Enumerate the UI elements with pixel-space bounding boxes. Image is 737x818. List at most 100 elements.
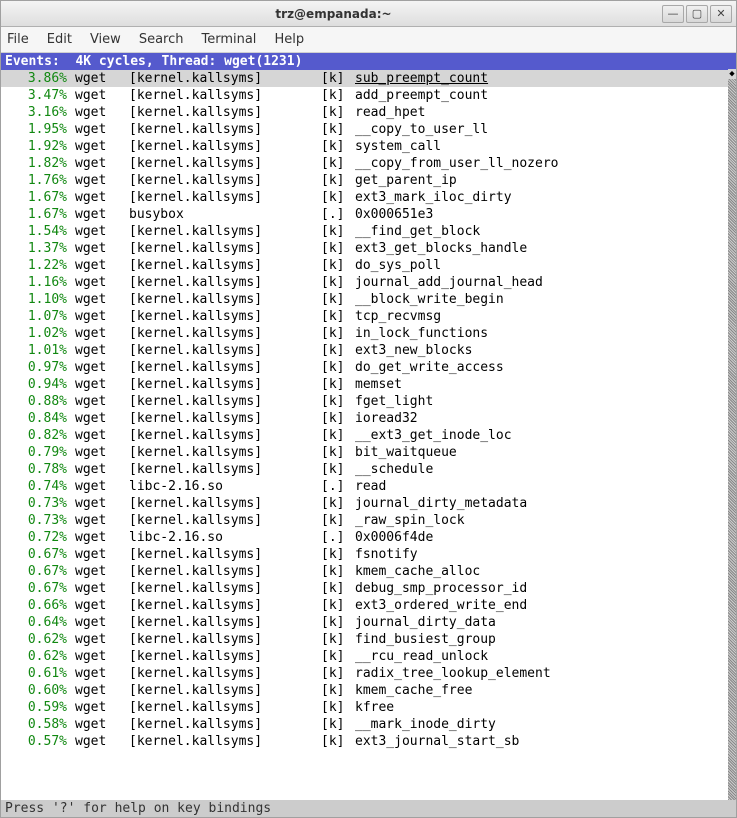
minimize-button[interactable]: —	[662, 5, 684, 23]
command-name: wget	[67, 70, 123, 87]
menu-search[interactable]: Search	[139, 32, 184, 47]
perf-row[interactable]: 3.16%wget[kernel.kallsyms][k]read_hpet	[1, 104, 736, 121]
overhead-percent: 1.16%	[5, 274, 67, 291]
perf-row[interactable]: 1.76%wget[kernel.kallsyms][k]get_parent_…	[1, 172, 736, 189]
perf-row[interactable]: 0.60%wget[kernel.kallsyms][k]kmem_cache_…	[1, 682, 736, 699]
shared-object: [kernel.kallsyms]	[123, 274, 321, 291]
perf-row[interactable]: 1.67%wget[kernel.kallsyms][k]ext3_mark_i…	[1, 189, 736, 206]
perf-row[interactable]: 0.97%wget[kernel.kallsyms][k]do_get_writ…	[1, 359, 736, 376]
overhead-percent: 0.62%	[5, 648, 67, 665]
command-name: wget	[67, 342, 123, 359]
privilege-flag: [k]	[321, 342, 355, 359]
perf-row[interactable]: 1.02%wget[kernel.kallsyms][k]in_lock_fun…	[1, 325, 736, 342]
perf-row[interactable]: 1.37%wget[kernel.kallsyms][k]ext3_get_bl…	[1, 240, 736, 257]
scrollbar[interactable]	[728, 70, 736, 800]
overhead-percent: 1.67%	[5, 189, 67, 206]
perf-row[interactable]: 0.73%wget[kernel.kallsyms][k]_raw_spin_l…	[1, 512, 736, 529]
overhead-percent: 1.22%	[5, 257, 67, 274]
shared-object: [kernel.kallsyms]	[123, 631, 321, 648]
privilege-flag: [k]	[321, 631, 355, 648]
perf-row[interactable]: 1.67%wgetbusybox[.]0x000651e3	[1, 206, 736, 223]
command-name: wget	[67, 699, 123, 716]
perf-row[interactable]: 0.88%wget[kernel.kallsyms][k]fget_light	[1, 393, 736, 410]
command-name: wget	[67, 733, 123, 750]
shared-object: busybox	[123, 206, 321, 223]
perf-row[interactable]: 0.84%wget[kernel.kallsyms][k]ioread32	[1, 410, 736, 427]
privilege-flag: [k]	[321, 461, 355, 478]
terminal-viewport[interactable]: Events: 4K cycles, Thread: wget(1231) 3.…	[1, 53, 736, 817]
command-name: wget	[67, 189, 123, 206]
perf-row[interactable]: 1.54%wget[kernel.kallsyms][k]__find_get_…	[1, 223, 736, 240]
perf-row[interactable]: 0.57%wget[kernel.kallsyms][k]ext3_journa…	[1, 733, 736, 750]
perf-row[interactable]: 0.67%wget[kernel.kallsyms][k]fsnotify	[1, 546, 736, 563]
perf-footer: Press '?' for help on key bindings	[1, 800, 736, 817]
symbol-name: system_call	[355, 138, 441, 155]
perf-rows: 3.86%wget[kernel.kallsyms][k]sub_preempt…	[1, 70, 736, 750]
menu-file[interactable]: File	[7, 32, 29, 47]
shared-object: libc-2.16.so	[123, 478, 321, 495]
shared-object: [kernel.kallsyms]	[123, 665, 321, 682]
perf-row[interactable]: 0.79%wget[kernel.kallsyms][k]bit_waitque…	[1, 444, 736, 461]
symbol-name: ext3_ordered_write_end	[355, 597, 527, 614]
command-name: wget	[67, 444, 123, 461]
overhead-percent: 0.67%	[5, 563, 67, 580]
perf-row[interactable]: 1.92%wget[kernel.kallsyms][k]system_call	[1, 138, 736, 155]
perf-row[interactable]: 1.10%wget[kernel.kallsyms][k]__block_wri…	[1, 291, 736, 308]
symbol-name: in_lock_functions	[355, 325, 488, 342]
maximize-button[interactable]: ▢	[686, 5, 708, 23]
perf-row[interactable]: 3.86%wget[kernel.kallsyms][k]sub_preempt…	[1, 70, 736, 87]
symbol-name: debug_smp_processor_id	[355, 580, 527, 597]
perf-row[interactable]: 0.64%wget[kernel.kallsyms][k]journal_dir…	[1, 614, 736, 631]
symbol-name: read	[355, 478, 386, 495]
privilege-flag: [.]	[321, 478, 355, 495]
shared-object: [kernel.kallsyms]	[123, 597, 321, 614]
privilege-flag: [k]	[321, 172, 355, 189]
command-name: wget	[67, 359, 123, 376]
perf-row[interactable]: 1.01%wget[kernel.kallsyms][k]ext3_new_bl…	[1, 342, 736, 359]
shared-object: [kernel.kallsyms]	[123, 240, 321, 257]
menu-help[interactable]: Help	[274, 32, 304, 47]
perf-row[interactable]: 0.67%wget[kernel.kallsyms][k]debug_smp_p…	[1, 580, 736, 597]
privilege-flag: [k]	[321, 580, 355, 597]
perf-row[interactable]: 1.16%wget[kernel.kallsyms][k]journal_add…	[1, 274, 736, 291]
symbol-name: bit_waitqueue	[355, 444, 457, 461]
shared-object: libc-2.16.so	[123, 529, 321, 546]
command-name: wget	[67, 87, 123, 104]
privilege-flag: [k]	[321, 308, 355, 325]
perf-row[interactable]: 0.72%wgetlibc-2.16.so[.]0x0006f4de	[1, 529, 736, 546]
menu-view[interactable]: View	[90, 32, 121, 47]
perf-row[interactable]: 0.62%wget[kernel.kallsyms][k]find_busies…	[1, 631, 736, 648]
titlebar[interactable]: trz@empanada:~ — ▢ ✕	[1, 1, 736, 27]
perf-row[interactable]: 0.73%wget[kernel.kallsyms][k]journal_dir…	[1, 495, 736, 512]
perf-content: 3.86%wget[kernel.kallsyms][k]sub_preempt…	[1, 70, 736, 800]
perf-row[interactable]: 0.59%wget[kernel.kallsyms][k]kfree	[1, 699, 736, 716]
command-name: wget	[67, 104, 123, 121]
perf-row[interactable]: 0.78%wget[kernel.kallsyms][k]__schedule	[1, 461, 736, 478]
shared-object: [kernel.kallsyms]	[123, 291, 321, 308]
close-button[interactable]: ✕	[710, 5, 732, 23]
perf-row[interactable]: 0.74%wgetlibc-2.16.so[.]read	[1, 478, 736, 495]
perf-row[interactable]: 1.07%wget[kernel.kallsyms][k]tcp_recvmsg	[1, 308, 736, 325]
perf-row[interactable]: 0.58%wget[kernel.kallsyms][k]__mark_inod…	[1, 716, 736, 733]
perf-row[interactable]: 0.67%wget[kernel.kallsyms][k]kmem_cache_…	[1, 563, 736, 580]
menu-edit[interactable]: Edit	[47, 32, 72, 47]
perf-row[interactable]: 0.94%wget[kernel.kallsyms][k]memset	[1, 376, 736, 393]
perf-row[interactable]: 0.82%wget[kernel.kallsyms][k]__ext3_get_…	[1, 427, 736, 444]
window-buttons: — ▢ ✕	[662, 5, 732, 23]
perf-row[interactable]: 1.95%wget[kernel.kallsyms][k]__copy_to_u…	[1, 121, 736, 138]
command-name: wget	[67, 308, 123, 325]
perf-row[interactable]: 0.66%wget[kernel.kallsyms][k]ext3_ordere…	[1, 597, 736, 614]
perf-row[interactable]: 0.62%wget[kernel.kallsyms][k]__rcu_read_…	[1, 648, 736, 665]
command-name: wget	[67, 563, 123, 580]
overhead-percent: 1.67%	[5, 206, 67, 223]
perf-row[interactable]: 3.47%wget[kernel.kallsyms][k]add_preempt…	[1, 87, 736, 104]
privilege-flag: [k]	[321, 325, 355, 342]
overhead-percent: 0.79%	[5, 444, 67, 461]
menu-terminal[interactable]: Terminal	[201, 32, 256, 47]
perf-row[interactable]: 1.22%wget[kernel.kallsyms][k]do_sys_poll	[1, 257, 736, 274]
overhead-percent: 0.74%	[5, 478, 67, 495]
perf-row[interactable]: 0.61%wget[kernel.kallsyms][k]radix_tree_…	[1, 665, 736, 682]
symbol-name: __block_write_begin	[355, 291, 504, 308]
symbol-name: find_busiest_group	[355, 631, 496, 648]
perf-row[interactable]: 1.82%wget[kernel.kallsyms][k]__copy_from…	[1, 155, 736, 172]
